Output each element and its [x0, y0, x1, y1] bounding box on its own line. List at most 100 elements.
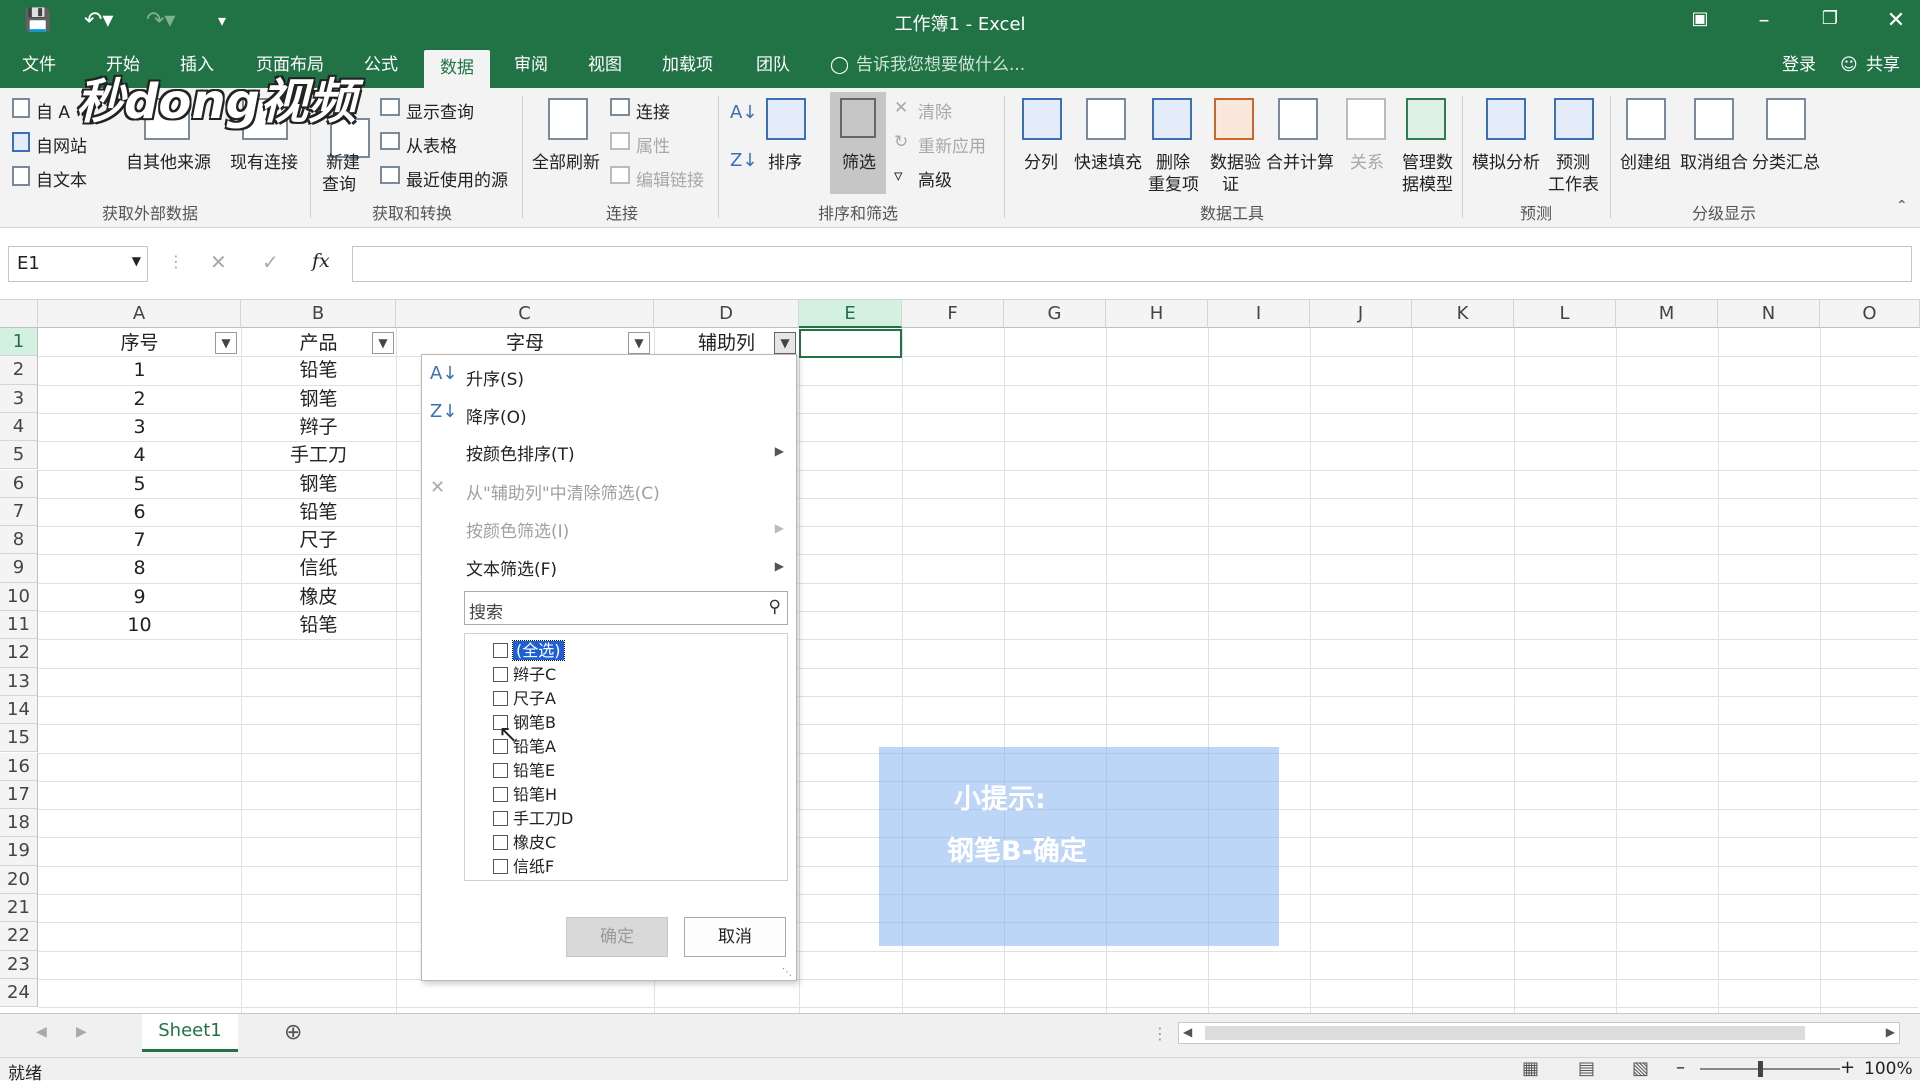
filter-list-item[interactable]: 辫子C — [493, 664, 556, 686]
sheet-tab-sheet1[interactable]: Sheet1 — [142, 1014, 238, 1052]
cell-a3[interactable]: 2 — [38, 385, 241, 413]
checkbox[interactable] — [493, 859, 508, 874]
filter-values-list[interactable]: (全选) 辫子C 尺子A 钢笔B 铅笔A 铅笔E 铅笔H 手工刀D 橡皮C 信纸F — [464, 633, 788, 881]
filter-dropdown-a[interactable]: ▼ — [215, 332, 237, 354]
cell-a1[interactable]: 序号 — [38, 329, 241, 357]
name-box[interactable]: E1 ▼ — [8, 246, 148, 282]
cell-b8[interactable]: 尺子 — [241, 526, 396, 554]
restore-button[interactable]: ❐ — [1810, 8, 1850, 29]
cell-b6[interactable]: 钢笔 — [241, 470, 396, 498]
row-header-3[interactable]: 3 — [0, 384, 38, 413]
column-header-b[interactable]: B — [241, 300, 396, 328]
row-header-21[interactable]: 21 — [0, 894, 38, 923]
row-header-6[interactable]: 6 — [0, 469, 38, 498]
tab-file[interactable]: 文件 — [22, 53, 56, 77]
what-if-button[interactable]: 模拟分析 — [1472, 148, 1540, 173]
row-header-17[interactable]: 17 — [0, 780, 38, 810]
menu-sort-by-color[interactable]: 按颜色排序(T) — [466, 440, 575, 465]
prev-sheet-icon[interactable]: ◀ — [36, 1024, 47, 1040]
filter-list-item[interactable]: 铅笔E — [493, 760, 555, 782]
page-layout-view-icon[interactable]: ▤ — [1578, 1058, 1595, 1079]
show-queries-button[interactable]: 显示查询 — [406, 98, 474, 123]
zoom-out-icon[interactable]: – — [1676, 1057, 1685, 1078]
scroll-left-icon[interactable]: ◀ — [1183, 1025, 1192, 1039]
from-table-button[interactable]: 从表格 — [406, 132, 457, 157]
checkbox[interactable] — [493, 667, 508, 682]
enter-entry-icon[interactable]: ✓ — [262, 250, 279, 274]
zoom-in-icon[interactable]: + — [1840, 1057, 1855, 1078]
row-header-12[interactable]: 12 — [0, 639, 38, 668]
column-header-f[interactable]: F — [902, 300, 1004, 328]
cell-a11[interactable]: 10 — [38, 611, 241, 639]
filter-list-item[interactable]: 尺子A — [493, 688, 556, 710]
text-to-columns-button[interactable]: 分列 — [1024, 148, 1058, 173]
edit-links-button[interactable]: 编辑链接 — [636, 166, 704, 191]
cell-a9[interactable]: 8 — [38, 554, 241, 582]
filter-list-item[interactable]: 橡皮C — [493, 832, 556, 854]
login-link[interactable]: 登录 — [1782, 53, 1816, 77]
row-header-16[interactable]: 16 — [0, 752, 38, 781]
cell-b9[interactable]: 信纸 — [241, 554, 396, 582]
menu-text-filters[interactable]: 文本筛选(F) — [466, 555, 557, 580]
column-header-c[interactable]: C — [396, 300, 654, 328]
zoom-level[interactable]: 100% — [1864, 1059, 1913, 1079]
manage-data-model-button-line2[interactable]: 据模型 — [1402, 170, 1453, 195]
cell-b5[interactable]: 手工刀 — [241, 441, 396, 469]
sort-desc-icon[interactable]: Z↓ — [730, 150, 757, 171]
column-header-k[interactable]: K — [1412, 300, 1514, 328]
filter-dropdown-d-active[interactable]: ▼ — [774, 332, 796, 354]
filter-dropdown-c[interactable]: ▼ — [628, 332, 650, 354]
page-break-view-icon[interactable]: ▧ — [1632, 1058, 1649, 1079]
row-header-14[interactable]: 14 — [0, 695, 38, 725]
filter-list-item[interactable]: (全选) — [493, 640, 565, 662]
relationships-button[interactable]: 关系 — [1350, 148, 1384, 173]
forecast-sheet-button-line2[interactable]: 工作表 — [1548, 170, 1599, 195]
column-header-l[interactable]: L — [1514, 300, 1616, 328]
column-header-n[interactable]: N — [1718, 300, 1820, 328]
column-header-m[interactable]: M — [1616, 300, 1718, 328]
zoom-slider-thumb[interactable] — [1758, 1061, 1763, 1077]
checkbox[interactable] — [493, 763, 508, 778]
insert-function-icon[interactable]: fx — [312, 250, 330, 272]
sort-asc-icon[interactable]: A↓ — [730, 102, 757, 123]
cell-a5[interactable]: 4 — [38, 441, 241, 469]
tab-addins[interactable]: 加载项 — [662, 53, 713, 77]
menu-sort-ascending[interactable]: 升序(S) — [466, 365, 524, 390]
from-access-button[interactable]: 自 A — [36, 98, 70, 123]
row-header-19[interactable]: 19 — [0, 837, 38, 866]
row-header-13[interactable]: 13 — [0, 667, 38, 696]
ok-button[interactable]: 确定 — [566, 917, 668, 957]
connections-button[interactable]: 连接 — [636, 98, 670, 123]
share-button[interactable]: 共享 — [1866, 53, 1900, 77]
filter-list-item[interactable]: 铅笔H — [493, 784, 557, 806]
cell-b3[interactable]: 钢笔 — [241, 385, 396, 413]
filter-list-item[interactable]: 手工刀D — [493, 808, 573, 830]
row-header-15[interactable]: 15 — [0, 724, 38, 753]
menu-clear-filter[interactable]: 从"辅助列"中清除筛选(C) — [466, 479, 660, 504]
row-header-22[interactable]: 22 — [0, 922, 38, 951]
cell-b4[interactable]: 辫子 — [241, 413, 396, 441]
minimize-button[interactable]: – — [1744, 8, 1784, 33]
from-web-button[interactable]: 自网站 — [36, 132, 87, 157]
zoom-slider-track[interactable] — [1700, 1068, 1840, 1070]
tell-me-search[interactable]: 告诉我您想要做什么... — [856, 53, 1025, 77]
from-other-sources-button[interactable]: 自其他来源 — [126, 148, 211, 173]
scrollbar-thumb[interactable] — [1205, 1026, 1805, 1040]
row-header-24[interactable]: 24 — [0, 978, 38, 1008]
row-header-20[interactable]: 20 — [0, 865, 38, 894]
advanced-button[interactable]: 高级 — [918, 166, 952, 191]
menu-sort-descending[interactable]: 降序(O) — [466, 403, 527, 428]
group-button[interactable]: 创建组 — [1620, 148, 1671, 173]
cell-a7[interactable]: 6 — [38, 498, 241, 526]
checkbox[interactable] — [493, 643, 508, 658]
clear-button[interactable]: 清除 — [918, 98, 952, 123]
cell-c1[interactable]: 字母 — [396, 329, 654, 357]
row-header-5[interactable]: 5 — [0, 441, 38, 470]
column-header-o[interactable]: O — [1820, 300, 1920, 328]
ribbon-display-icon[interactable]: ▣ — [1680, 8, 1720, 29]
cell-a8[interactable]: 7 — [38, 526, 241, 554]
horizontal-scrollbar[interactable]: ◀ ▶ — [1178, 1022, 1900, 1044]
flash-fill-button[interactable]: 快速填充 — [1074, 148, 1142, 173]
row-header-2[interactable]: 2 — [0, 356, 38, 385]
cancel-button[interactable]: 取消 — [684, 917, 786, 957]
